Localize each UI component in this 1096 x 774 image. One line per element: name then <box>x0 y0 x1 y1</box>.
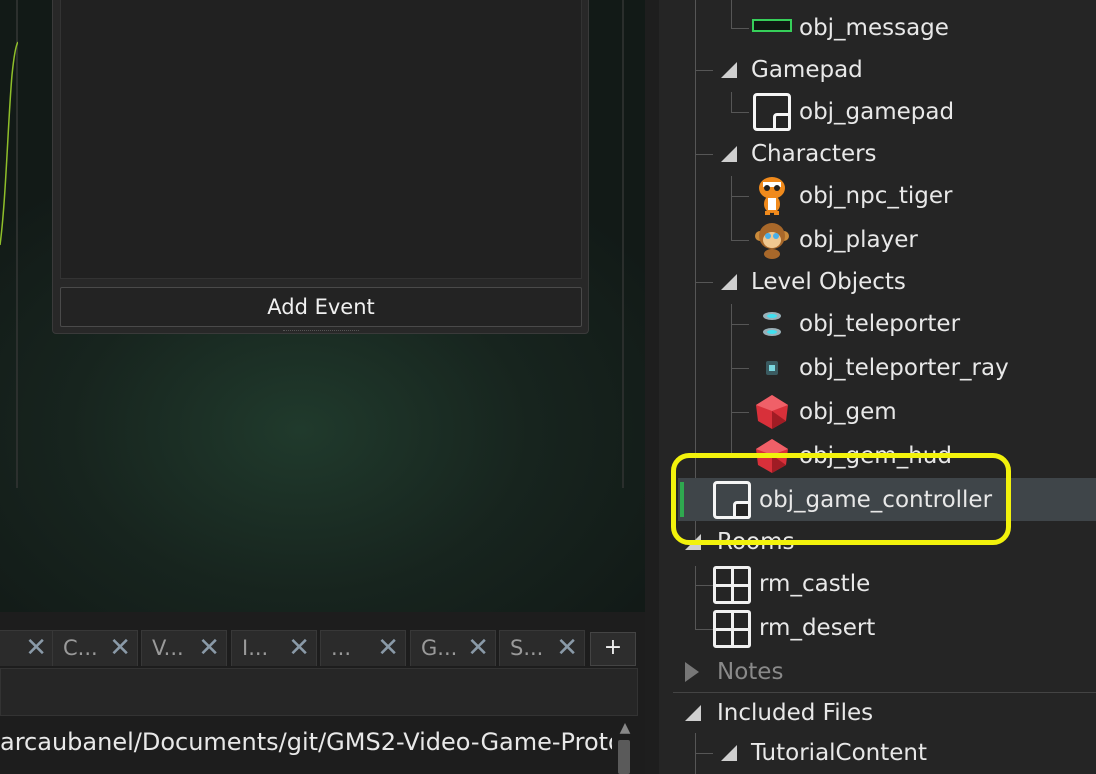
scrollbar-thumb[interactable] <box>618 740 630 774</box>
tree-folder-rooms[interactable]: Rooms <box>673 521 1096 563</box>
add-event-button[interactable]: Add Event <box>60 287 582 327</box>
asset-browser: obj_message Gamepad obj_gamepad Characte… <box>645 0 1096 774</box>
tab-label: S... <box>510 636 544 660</box>
tree-item-obj-teleporter[interactable]: obj_teleporter <box>673 303 1096 345</box>
object-icon <box>713 481 751 519</box>
object-icon <box>753 93 791 131</box>
close-icon[interactable]: ✕ <box>109 631 131 665</box>
tree-item-label: obj_message <box>799 15 949 41</box>
tree-folder-characters[interactable]: Characters <box>673 133 1096 175</box>
tree-item-label: obj_gem_hud <box>799 443 952 469</box>
curve-graph <box>0 41 18 246</box>
tree-item-rm-desert[interactable]: rm_desert <box>673 607 1096 649</box>
tree-item-obj-gem[interactable]: obj_gem <box>673 391 1096 433</box>
tab-label: ... <box>331 636 352 660</box>
tab-label: V... <box>152 636 184 660</box>
tree-item-obj-game-controller[interactable]: obj_game_controller <box>673 479 1096 521</box>
workspace-tab-2[interactable]: C... ✕ <box>52 630 138 666</box>
gem-hud-sprite-icon <box>756 439 788 473</box>
triangle-open-icon[interactable] <box>721 62 737 78</box>
tree-item-obj-gamepad[interactable]: obj_gamepad <box>673 91 1096 133</box>
tree-folder-label: Included Files <box>717 700 874 726</box>
tab-label: I... <box>242 636 269 660</box>
asset-tree: obj_message Gamepad obj_gamepad Characte… <box>671 0 1096 774</box>
room-icon <box>713 566 751 604</box>
tree-item-label: rm_castle <box>759 571 871 597</box>
tab-label: G... <box>421 636 458 660</box>
tree-item-rm-castle[interactable]: rm_castle <box>673 563 1096 605</box>
gem-sprite-icon <box>756 395 788 429</box>
workspace-tab-1[interactable]: ✕ <box>0 630 54 666</box>
event-list[interactable] <box>60 0 582 279</box>
teleporter-ray-sprite-icon <box>766 361 778 375</box>
tree-folder-label: Characters <box>751 141 877 167</box>
tab-label: C... <box>63 636 98 660</box>
triangle-open-icon[interactable] <box>721 745 737 761</box>
player-sprite-icon <box>755 223 789 259</box>
tree-item-label: obj_teleporter <box>799 311 961 337</box>
close-icon[interactable]: ✕ <box>288 631 310 665</box>
close-icon[interactable]: ✕ <box>25 631 47 665</box>
output-toolbar <box>0 668 638 716</box>
tree-item-obj-gem-hud[interactable]: obj_gem_hud <box>673 435 1096 477</box>
teleporter-sprite-icon <box>763 312 781 336</box>
triangle-open-icon[interactable] <box>685 534 701 550</box>
tree-item-obj-npc-tiger[interactable]: obj_npc_tiger <box>673 175 1096 217</box>
panel-divider <box>622 0 624 488</box>
tree-item-label: obj_gamepad <box>799 99 955 125</box>
close-icon[interactable]: ✕ <box>377 631 399 665</box>
close-icon[interactable]: ✕ <box>556 631 578 665</box>
tree-folder-included-files[interactable]: Included Files <box>673 692 1096 734</box>
object-editor-window: Add Event <box>52 0 589 334</box>
tree-item-label: obj_teleporter_ray <box>799 355 1009 381</box>
workspace-tab-5[interactable]: ... ✕ <box>320 630 406 666</box>
workspace-tab-4[interactable]: I... ✕ <box>231 630 317 666</box>
tree-item-label: rm_desert <box>759 615 876 641</box>
workspace-tab-7[interactable]: S... ✕ <box>499 630 585 666</box>
room-icon <box>713 610 751 648</box>
message-sprite-icon <box>752 19 792 32</box>
tree-folder-level-objects[interactable]: Level Objects <box>673 261 1096 303</box>
tree-item-label: obj_player <box>799 227 918 253</box>
animation-curve-panel <box>0 0 18 488</box>
workspace-tab-6[interactable]: G... ✕ <box>410 630 496 666</box>
tree-folder-label: Gamepad <box>751 57 863 83</box>
scroll-up-icon[interactable]: ▲ <box>614 720 636 740</box>
add-tab-button[interactable]: + <box>590 632 636 666</box>
resize-grip[interactable] <box>283 330 359 333</box>
tree-item-obj-player[interactable]: obj_player <box>673 219 1096 261</box>
triangle-open-icon[interactable] <box>721 274 737 290</box>
tree-item-obj-teleporter-ray[interactable]: obj_teleporter_ray <box>673 347 1096 389</box>
tree-folder-tutorial-content[interactable]: TutorialContent <box>673 732 1096 774</box>
tree-item-label: obj_gem <box>799 399 897 425</box>
bottom-panel: ✕ C... ✕ V... ✕ I... ✕ ... ✕ G... ✕ S...… <box>0 612 645 774</box>
triangle-open-icon[interactable] <box>721 146 737 162</box>
tree-folder-label: Rooms <box>717 529 795 555</box>
tree-item-label: obj_npc_tiger <box>799 183 953 209</box>
workspace-canvas[interactable]: Add Event <box>0 0 645 612</box>
tree-folder-notes[interactable]: Notes <box>673 651 1096 693</box>
tree-folder-label: Level Objects <box>751 269 906 295</box>
tiger-sprite-icon <box>759 177 785 215</box>
tree-folder-label: Notes <box>717 659 784 685</box>
tree-item-obj-message[interactable]: obj_message <box>673 7 1096 49</box>
workspace-tab-3[interactable]: V... ✕ <box>141 630 227 666</box>
close-icon[interactable]: ✕ <box>467 631 489 665</box>
close-icon[interactable]: ✕ <box>198 631 220 665</box>
workspace-tab-bar: ✕ C... ✕ V... ✕ I... ✕ ... ✕ G... ✕ S...… <box>0 626 645 668</box>
triangle-open-icon[interactable] <box>685 705 701 721</box>
tree-folder-gamepad[interactable]: Gamepad <box>673 49 1096 91</box>
triangle-closed-icon[interactable] <box>685 662 699 682</box>
tree-item-label: obj_game_controller <box>759 487 993 513</box>
project-path-text: arcaubanel/Documents/git/GMS2-Video-Game… <box>0 728 612 756</box>
tree-folder-label: TutorialContent <box>751 740 928 766</box>
